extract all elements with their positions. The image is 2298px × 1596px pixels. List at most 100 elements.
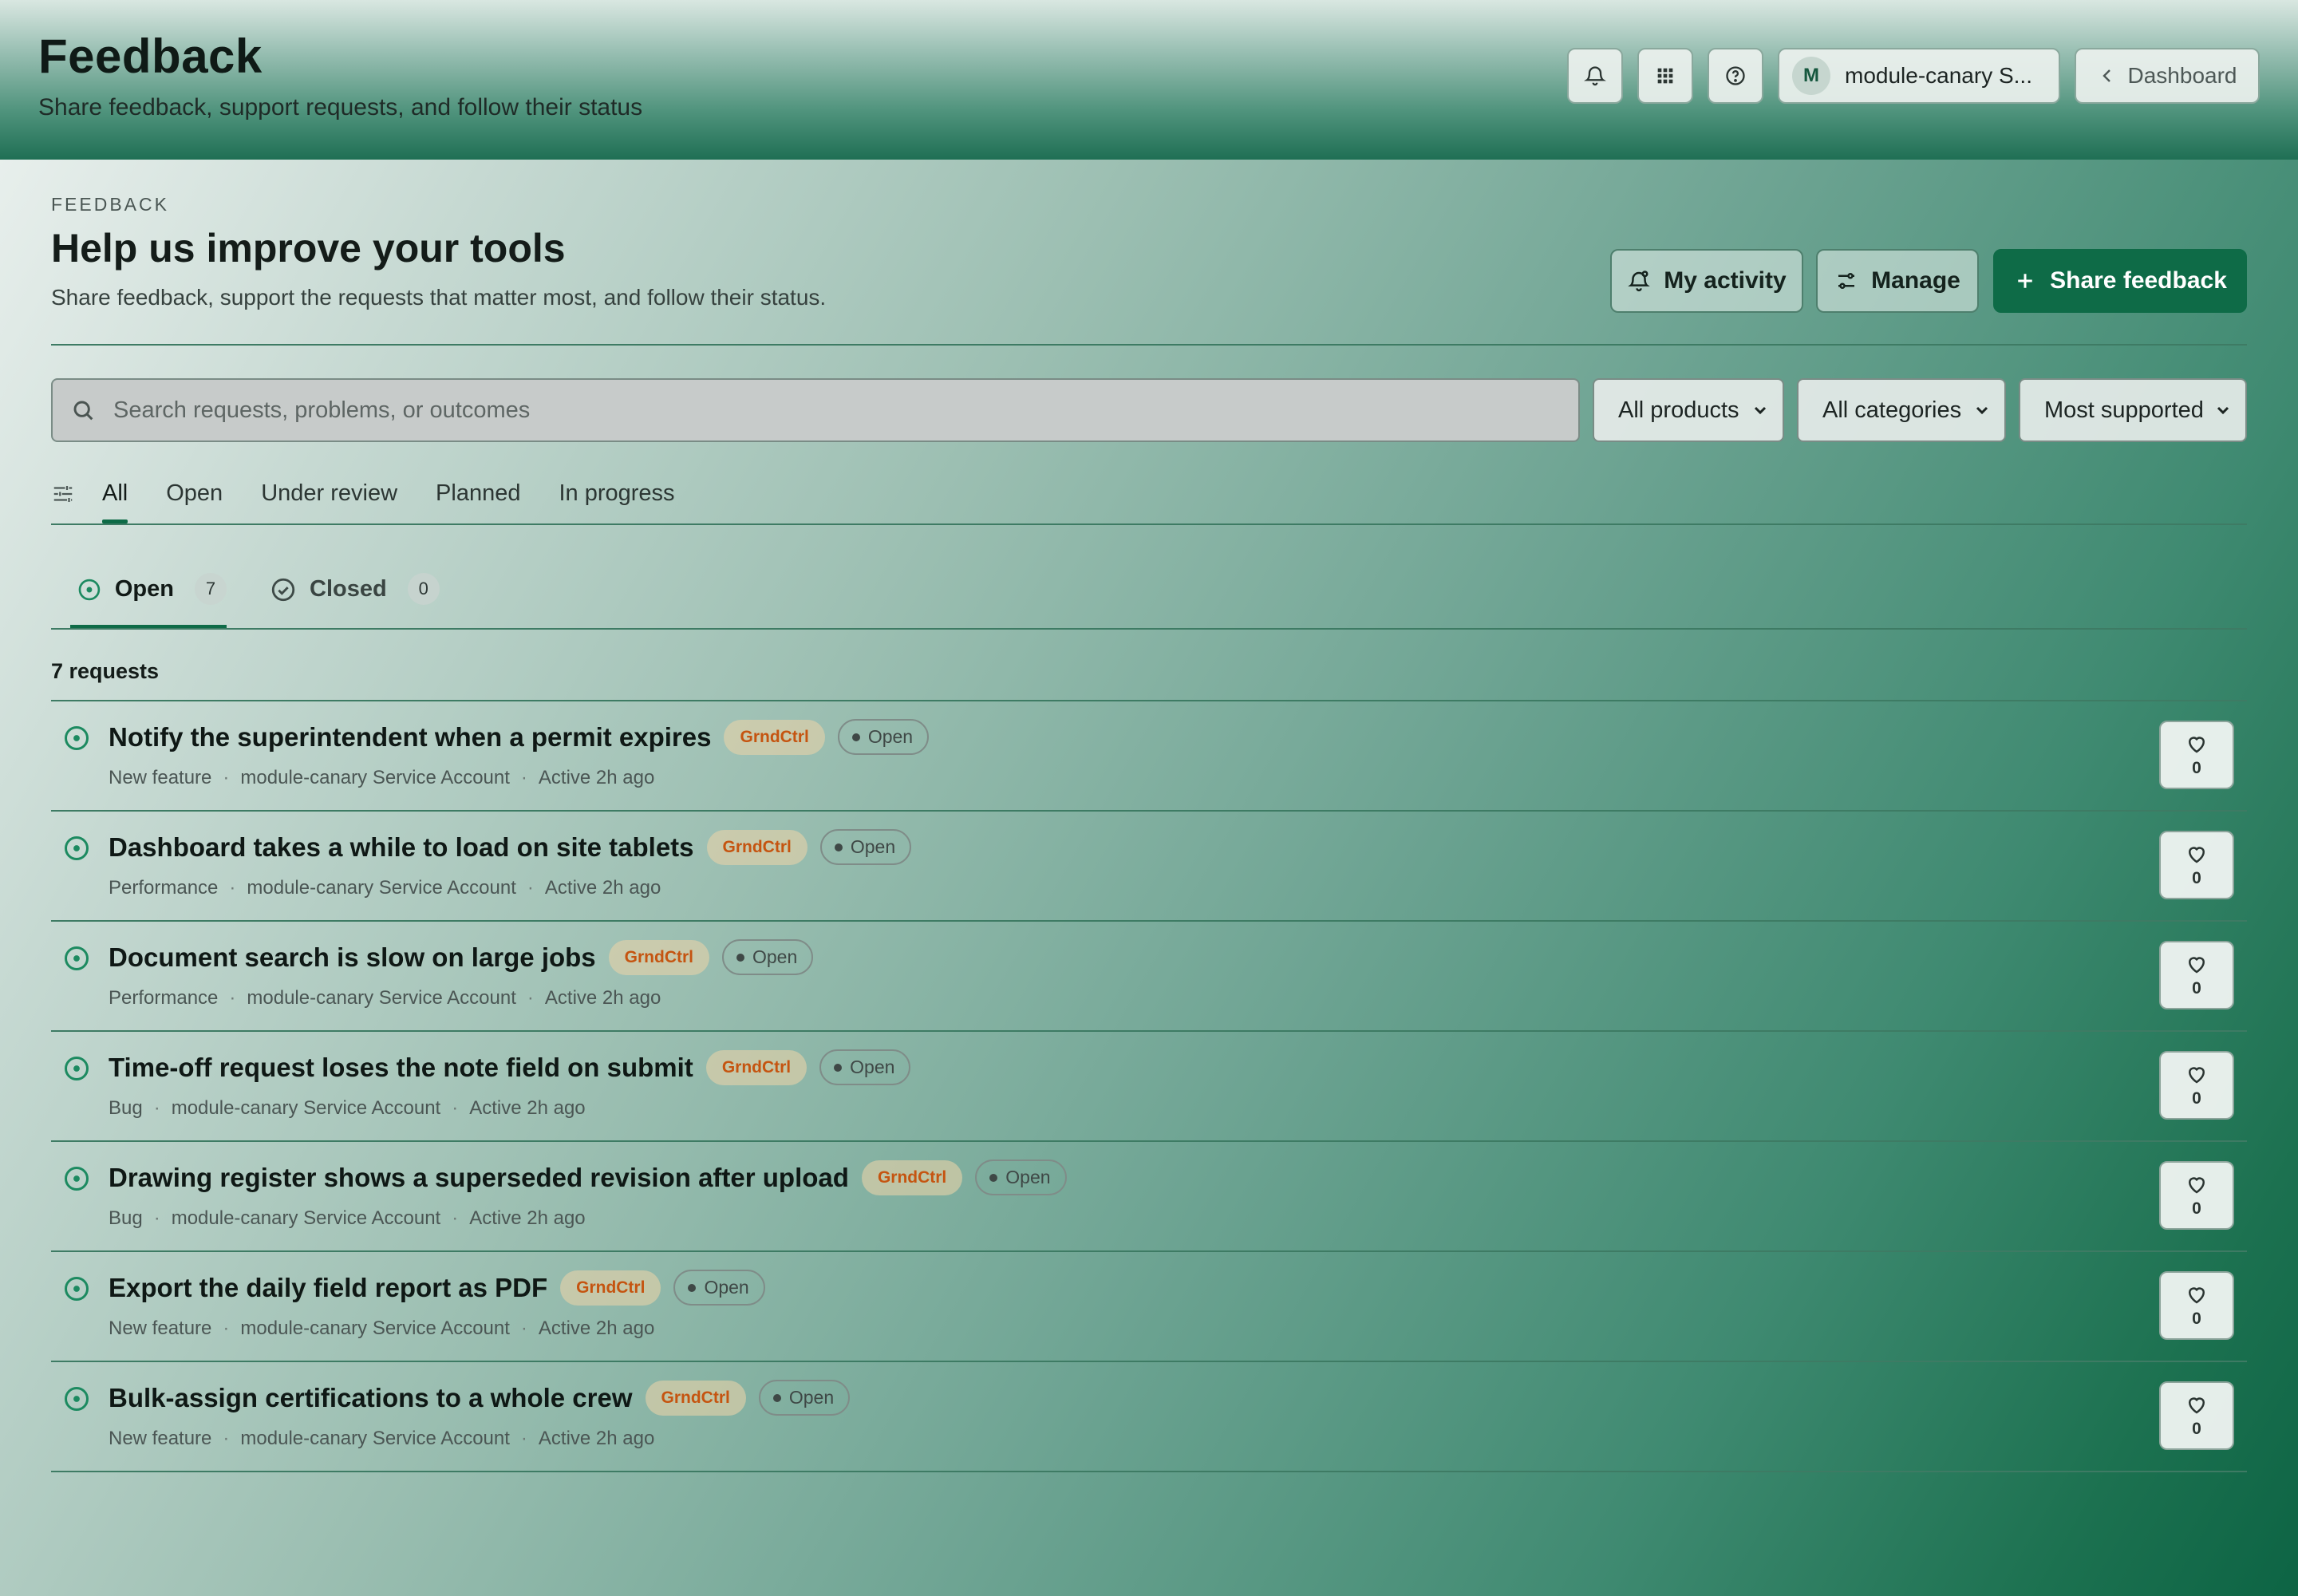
meta-separator: · [527,877,534,899]
my-activity-label: My activity [1664,267,1787,294]
apps-button[interactable] [1637,48,1693,104]
request-row[interactable]: Document search is slow on large jobs Grn… [51,922,2247,1032]
meta-separator: · [520,1317,527,1339]
request-title[interactable]: Dashboard takes a while to load on site … [109,832,694,863]
request-row[interactable]: Time-off request loses the note field on… [51,1032,2247,1142]
header-divider [51,344,2247,346]
open-status-icon [65,946,89,970]
status-badge-label: Open [850,1057,895,1077]
sort-select-value: Most supported [2044,397,2204,423]
request-row[interactable]: Drawing register shows a superseded revi… [51,1142,2247,1252]
request-title[interactable]: Bulk-assign certifications to a whole cr… [109,1383,633,1413]
my-activity-button[interactable]: My activity [1610,249,1803,313]
vote-button[interactable]: 0 [2159,1381,2234,1450]
vote-button[interactable]: 0 [2159,1051,2234,1120]
request-title[interactable]: Drawing register shows a superseded revi… [109,1163,849,1193]
product-badge: GrndCtrl [608,939,709,975]
eyebrow-label: FEEDBACK [51,194,169,215]
chevron-down-icon [1976,406,1988,415]
manage-button[interactable]: Manage [1816,249,1979,313]
request-title-line: Drawing register shows a superseded revi… [109,1159,1067,1195]
product-select[interactable]: All products [1593,378,1784,442]
request-category: Performance [109,877,219,899]
request-title[interactable]: Export the daily field report as PDF [109,1273,547,1303]
request-category: Bug [109,1097,143,1119]
request-meta: New feature · module-canary Service Accoun… [109,767,654,789]
status-badge-label: Open [850,836,896,857]
request-title[interactable]: Time-off request loses the note field on… [109,1053,693,1083]
dashboard-button[interactable]: Dashboard [2075,48,2260,104]
request-row[interactable]: Bulk-assign certifications to a whole cr… [51,1362,2247,1472]
vote-button[interactable]: 0 [2159,1271,2234,1340]
status-badge-label: Open [788,1387,835,1408]
request-title-line: Notify the superintendent when a permit … [109,719,930,755]
share-feedback-label: Share feedback [2050,267,2227,294]
tab-closed[interactable]: Closed 0 [270,562,445,629]
request-title[interactable]: Document search is slow on large jobs [109,942,596,973]
product-badge: GrndCtrl [706,829,807,865]
filter-tab-under-review[interactable]: Under review [261,476,397,523]
product-badge: GrndCtrl [724,719,825,755]
status-badge: Open [722,939,814,975]
request-author: module-canary Service Account [240,1428,510,1449]
filter-sliders-icon[interactable] [51,482,75,506]
activity-bell-icon [1628,271,1651,292]
request-row[interactable]: Notify the superintendent when a permit … [51,701,2247,812]
status-filter-tabs: All Open Under review Planned In progres… [51,476,713,523]
request-row[interactable]: Dashboard takes a while to load on site … [51,812,2247,922]
app-header: Feedback Share feedback, support request… [0,0,2298,160]
filter-tab-in-progress[interactable]: In progress [559,476,674,523]
request-author: module-canary Service Account [247,877,516,899]
help-button[interactable] [1708,48,1763,104]
product-badge: GrndCtrl [645,1380,746,1416]
filters-divider [51,523,2247,525]
request-meta: Performance · module-canary Service Accoun… [109,877,661,899]
sort-select[interactable]: Most supported [2019,378,2247,442]
vote-count: 0 [2192,1089,2201,1108]
notifications-button[interactable] [1567,48,1623,104]
heart-icon [2188,737,2205,753]
chevron-down-icon [1754,406,1767,415]
request-activity: Active 2h ago [544,877,661,899]
status-badge-label: Open [704,1277,749,1298]
page-description: Share feedback, support the requests tha… [51,285,827,310]
status-dot [834,843,843,851]
tabs-divider [51,628,2247,630]
filter-tab-open[interactable]: Open [166,476,223,523]
product-badge: GrndCtrl [560,1270,661,1306]
request-title[interactable]: Notify the superintendent when a permit … [109,722,711,753]
tab-open[interactable]: Open 7 [70,562,227,629]
vote-count: 0 [2192,1199,2201,1218]
request-activity: Active 2h ago [544,987,661,1009]
request-category: Performance [109,987,219,1009]
share-feedback-button[interactable]: Share feedback [1993,249,2247,313]
meta-separator: · [520,767,527,788]
request-author: module-canary Service Account [171,1207,441,1229]
meta-separator: · [229,877,236,899]
request-category: New feature [109,1317,212,1339]
sliders-icon [1838,273,1855,289]
tab-open-count: 7 [195,573,227,605]
request-author: module-canary Service Account [240,1317,510,1339]
user-menu-button[interactable]: M module-canary S... [1778,48,2060,104]
filter-tab-all[interactable]: All [102,476,128,523]
category-select[interactable]: All categories [1797,378,2006,442]
request-meta: Performance · module-canary Service Accoun… [109,987,661,1009]
vote-button[interactable]: 0 [2159,721,2234,789]
status-dot [834,1063,843,1072]
search-box[interactable] [51,378,1580,442]
status-dot [851,733,860,741]
chevron-left-icon [2102,69,2110,82]
search-input[interactable] [113,397,1550,424]
product-badge: GrndCtrl [861,1159,963,1195]
search-icon [73,401,93,421]
open-status-icon [65,836,89,860]
filter-tab-planned[interactable]: Planned [436,476,520,523]
app-subtitle: Share feedback, support requests, and fo… [38,94,643,120]
status-badge: Open [819,1049,911,1085]
page-title: Help us improve your tools [51,226,566,271]
vote-button[interactable]: 0 [2159,831,2234,899]
request-row[interactable]: Export the daily field report as PDF Grnd… [51,1252,2247,1362]
vote-button[interactable]: 0 [2159,941,2234,1009]
vote-button[interactable]: 0 [2159,1161,2234,1230]
